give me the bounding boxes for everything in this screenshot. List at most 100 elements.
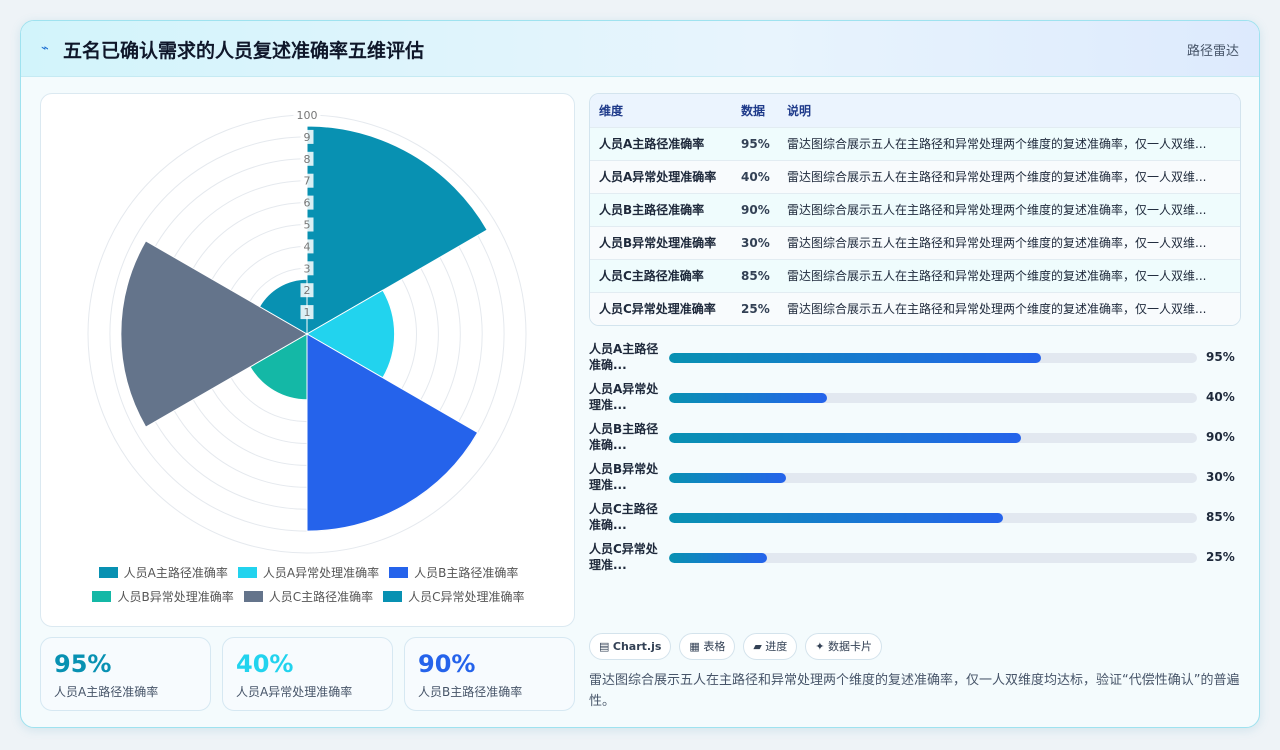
progress-label: 人员C异常处 理准...	[589, 542, 658, 572]
cell-value: 40%	[741, 169, 770, 184]
legend-label: 人员A异常处理准确率	[262, 566, 380, 580]
progress-fill	[669, 513, 1003, 523]
progress-fill	[669, 433, 1022, 443]
table-row: 人员C异常处理准确率 25% 雷达图综合展示五人在主路径和异常处理两个维度的复述准确…	[590, 292, 1240, 325]
cell-note: 雷达图综合展示五人在主路径和异常处理两个维度的复述准确率，仅一人双维...	[787, 302, 1207, 317]
progress-fill	[669, 553, 767, 563]
cell-value: 95%	[741, 136, 770, 151]
progress-track	[669, 433, 1197, 443]
kpi-card: 90% 人员B主路径准确率	[404, 637, 575, 711]
progress-track	[669, 353, 1197, 363]
data-table: 维度 数据 说明 人员A主路径准确率 95% 雷达图综合展示五人在主路径和异常处理两…	[589, 93, 1241, 326]
tick-label: 1	[304, 306, 311, 319]
cell-value: 25%	[741, 301, 770, 316]
tick-label: 3	[304, 262, 311, 275]
chip-1[interactable]: ▦ 表格	[679, 633, 736, 660]
chip-label: Chart.js	[612, 640, 662, 653]
tick-label: 6	[304, 197, 311, 210]
progress-row: 人员B异常处 理准... 30%	[589, 461, 1241, 497]
legend-swatch	[92, 591, 112, 602]
tick-label: 7	[304, 175, 311, 188]
progress-row: 人员C异常处 理准... 25%	[589, 541, 1241, 577]
progress-track	[669, 513, 1197, 523]
cell-dimension: 人员C异常处理准确率	[599, 302, 716, 317]
chip-icon: ✦	[815, 640, 825, 653]
progress-fill	[669, 473, 787, 483]
polar-slice[interactable]	[120, 240, 309, 428]
legend-swatch	[383, 591, 403, 602]
cell-dimension: 人员C主路径准确率	[599, 269, 704, 283]
polar-slice[interactable]	[306, 125, 488, 335]
table-row: 人员A主路径准确率 95% 雷达图综合展示五人在主路径和异常处理两个维度的复述准确率…	[590, 127, 1240, 160]
kpi-label: 人员B主路径准确率	[418, 685, 523, 699]
progress-fill	[669, 353, 1042, 363]
legend-swatch	[237, 567, 257, 578]
chip-icon: ▦	[689, 640, 700, 653]
progress-value: 90%	[1206, 430, 1235, 444]
legend-item[interactable]: 人员A主路径准确率	[98, 564, 228, 581]
legend-item[interactable]: 人员C主路径准确率	[243, 588, 374, 605]
progress-track	[669, 393, 1197, 403]
header-tag: 路径雷达	[1186, 44, 1239, 59]
tick-label: 9	[304, 131, 311, 144]
progress-label: 人员B主路径 准确...	[589, 422, 659, 452]
legend-item[interactable]: 人员B异常处理准确率	[92, 588, 234, 605]
chart-description: 雷达图综合展示五人在主路径和异常处理两个维度的复述准确率，仅一人双维度均达标，验…	[589, 673, 1240, 709]
polar-area-chart: 1 2 3 4 5 6 7 8 9 100	[87, 108, 527, 554]
progress-value: 85%	[1206, 510, 1235, 524]
kpi-cards: 95% 人员A主路径准确率 40% 人员A异常处理准确率 90% 人员B主路径准确率	[40, 637, 575, 711]
kpi-card: 40% 人员A异常处理准确率	[222, 637, 393, 711]
kpi-value: 40%	[236, 650, 294, 678]
kpi-value: 95%	[54, 650, 112, 678]
legend-item[interactable]: 人员A异常处理准确率	[237, 564, 380, 581]
kpi-label: 人员A异常处理准确率	[236, 685, 353, 699]
polar-chart-panel: 1 2 3 4 5 6 7 8 9 100 人员A主路径准确率 人员A异常处理准确率 人员B主路径准确…	[40, 93, 575, 627]
progress-value: 95%	[1206, 350, 1235, 364]
legend-label: 人员C主路径准确率	[268, 590, 374, 604]
page-title: 五名已确认需求的人员复述准确率五维评估	[63, 40, 425, 62]
progress-value: 30%	[1206, 470, 1235, 484]
header: ⌁ 五名已确认需求的人员复述准确率五维评估 路径雷达	[21, 21, 1259, 77]
cell-value: 85%	[741, 268, 770, 283]
tick-label: 100	[297, 109, 318, 122]
chip-label: 进度	[765, 640, 788, 653]
table-row: 人员B异常处理准确率 30% 雷达图综合展示五人在主路径和异常处理两个维度的复述准确…	[590, 226, 1240, 259]
chip-label: 表格	[703, 640, 726, 653]
chart-icon: ⌁	[41, 41, 49, 56]
table-row: 人员C主路径准确率 85% 雷达图综合展示五人在主路径和异常处理两个维度的复述准确率…	[590, 259, 1240, 292]
kpi-card: 95% 人员A主路径准确率	[40, 637, 211, 711]
chip-0[interactable]: ▤ Chart.js	[589, 633, 672, 660]
tick-label: 2	[304, 284, 311, 297]
progress-row: 人员C主路径 准确... 85%	[589, 501, 1241, 537]
cell-note: 雷达图综合展示五人在主路径和异常处理两个维度的复述准确率，仅一人双维...	[787, 203, 1207, 217]
cell-note: 雷达图综合展示五人在主路径和异常处理两个维度的复述准确率，仅一人双维...	[787, 269, 1207, 283]
cell-value: 90%	[741, 202, 770, 217]
table-header-row: 维度 数据 说明	[590, 94, 1240, 127]
legend-item[interactable]: 人员B主路径准确率	[389, 564, 518, 581]
chip-label: 数据卡片	[828, 640, 873, 653]
tag-chips: ▤ Chart.js ▦ 表格 ▰ 进度 ✦ 数据卡片	[589, 633, 883, 661]
cell-dimension: 人员A主路径准确率	[599, 137, 705, 151]
progress-track	[669, 473, 1197, 483]
cell-note: 雷达图综合展示五人在主路径和异常处理两个维度的复述准确率，仅一人双维...	[787, 170, 1207, 184]
cell-dimension: 人员B异常处理准确率	[599, 236, 717, 250]
legend-label: 人员C异常处理准确率	[408, 590, 525, 604]
chip-2[interactable]: ▰ 进度	[743, 633, 798, 660]
legend-swatch	[98, 567, 118, 578]
progress-row: 人员B主路径 准确... 90%	[589, 421, 1241, 457]
legend-label: 人员B主路径准确率	[414, 566, 519, 580]
chip-icon: ▤	[599, 640, 610, 653]
table-row: 人员B主路径准确率 90% 雷达图综合展示五人在主路径和异常处理两个维度的复述准确率…	[590, 193, 1240, 226]
column-header-note: 说明	[787, 103, 812, 118]
legend-swatch	[389, 567, 409, 578]
progress-label: 人员B异常处 理准...	[589, 462, 659, 492]
progress-value: 40%	[1206, 390, 1235, 404]
legend-item[interactable]: 人员C异常处理准确率	[383, 588, 525, 605]
table-row: 人员A异常处理准确率 40% 雷达图综合展示五人在主路径和异常处理两个维度的复述准确…	[590, 160, 1240, 193]
dashboard-card: ⌁ 五名已确认需求的人员复述准确率五维评估 路径雷达 1 2 3 4 5 6 7 8 9 100 …	[20, 20, 1260, 728]
column-header-value: 数据	[741, 103, 766, 118]
polar-slice[interactable]	[306, 333, 479, 532]
progress-row: 人员A主路径 准确... 95%	[589, 341, 1241, 377]
progress-fill	[669, 393, 828, 403]
chip-3[interactable]: ✦ 数据卡片	[805, 633, 883, 660]
